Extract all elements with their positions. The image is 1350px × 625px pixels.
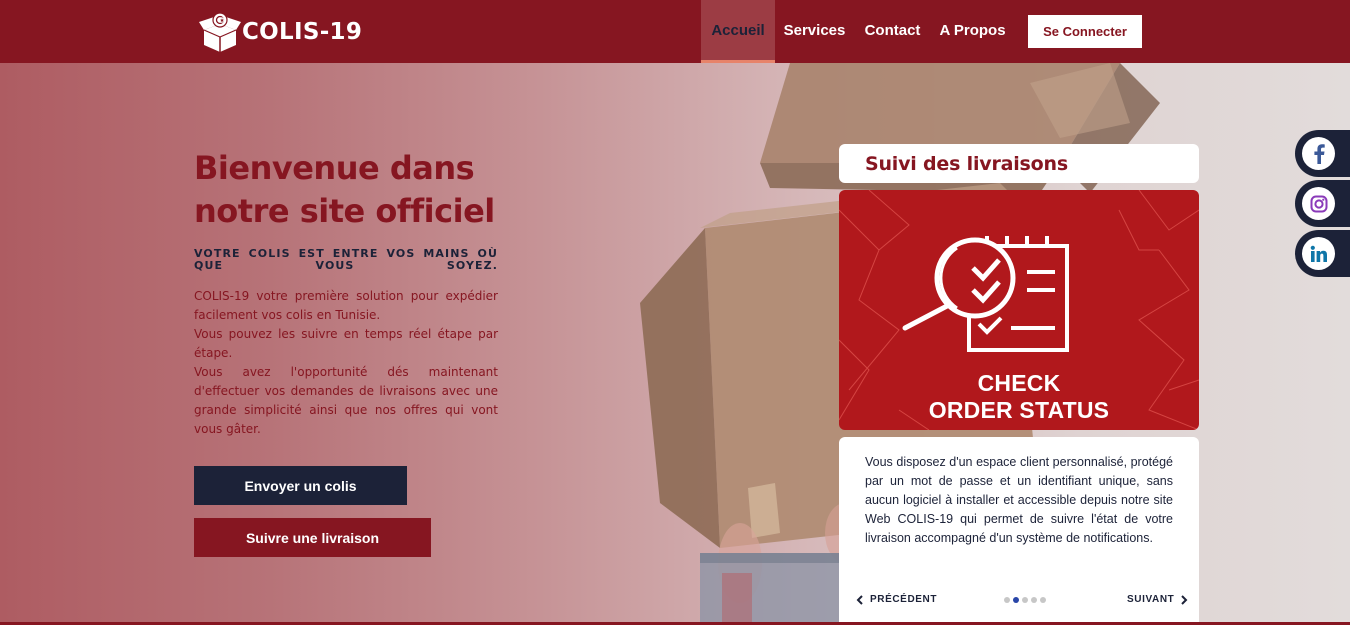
facebook-icon (1302, 137, 1335, 170)
previous-button[interactable]: PRÉCÉDENT (856, 594, 937, 605)
intro-paragraph: COLIS-19 votre première solution pour ex… (194, 289, 498, 322)
slide-dot[interactable] (1040, 597, 1046, 603)
hero-intro: COLIS-19 votre première solution pour ex… (194, 287, 498, 439)
login-button[interactable]: Se Connecter (1028, 15, 1142, 48)
order-status-line1: CHECK (977, 370, 1061, 396)
tracking-info-card: Vous disposez d'un espace client personn… (839, 437, 1199, 622)
linkedin-link[interactable] (1295, 230, 1350, 277)
linkedin-icon (1302, 237, 1335, 270)
hero-tagline: VOTRE COLIS EST ENTRE VOS MAINS OÙ QUE V… (194, 247, 498, 272)
nav-accueil[interactable]: Accueil (701, 0, 775, 63)
slide-dot-active[interactable] (1013, 597, 1019, 603)
hero-title: Bienvenue dans notre site officiel (194, 149, 495, 230)
intro-paragraph: Vous pouvez les suivre en temps réel éta… (194, 327, 498, 360)
package-box-icon (199, 12, 241, 52)
order-status-line2: ORDER STATUS (928, 397, 1110, 423)
instagram-icon (1302, 187, 1335, 220)
tracking-title: Suivi des livraisons (865, 153, 1068, 175)
brand-name: COLIS-19 (242, 19, 363, 45)
next-label: SUIVANT (1127, 594, 1175, 605)
instagram-link[interactable] (1295, 180, 1350, 227)
nav-a-propos[interactable]: A Propos (936, 0, 1009, 63)
tracking-description: Vous disposez d'un espace client personn… (865, 455, 1173, 545)
slide-dot[interactable] (1031, 597, 1037, 603)
tracking-title-card: Suivi des livraisons (839, 144, 1199, 183)
nav-services[interactable]: Services (779, 0, 850, 63)
intro-paragraph: Vous avez l'opportunité dés maintenant d… (194, 365, 498, 436)
chevron-left-icon (856, 594, 863, 605)
slide-indicator (1004, 597, 1046, 603)
navbar: COLIS-19 Accueil Services Contact A Prop… (0, 0, 1350, 63)
brand-logo[interactable]: COLIS-19 (199, 10, 362, 54)
facebook-link[interactable] (1295, 130, 1350, 177)
slide-dot[interactable] (1022, 597, 1028, 603)
chevron-right-icon (1181, 594, 1188, 605)
previous-label: PRÉCÉDENT (870, 594, 938, 605)
check-order-status-image: CHECK ORDER STATUS (839, 190, 1199, 430)
next-button[interactable]: SUIVANT (1127, 594, 1188, 605)
slide-dot[interactable] (1004, 597, 1010, 603)
nav-contact[interactable]: Contact (860, 0, 925, 63)
send-parcel-button[interactable]: Envoyer un colis (194, 466, 407, 505)
track-delivery-button[interactable]: Suivre une livraison (194, 518, 431, 557)
